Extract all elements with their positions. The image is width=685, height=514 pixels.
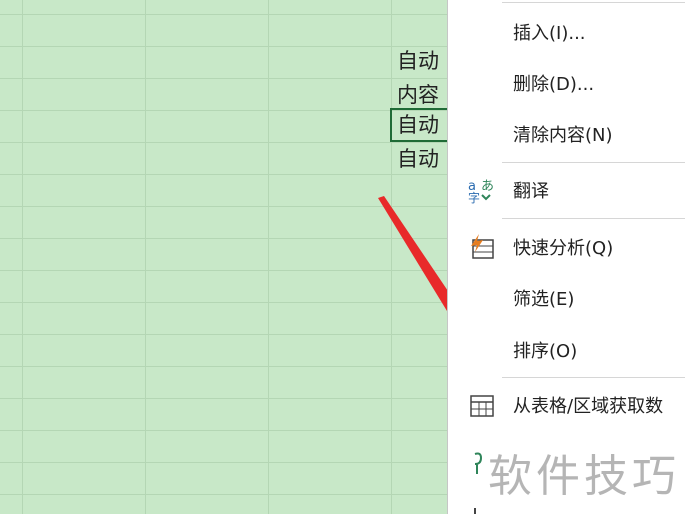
menu-separator bbox=[502, 377, 685, 378]
cell-text[interactable]: 自动 bbox=[397, 45, 447, 77]
context-menu: 插入(I)... 删除(D)... 清除内容(N) a 字 あ 翻译 快速分析(… bbox=[447, 0, 685, 514]
menu-item-insert[interactable]: 插入(I)... bbox=[448, 9, 685, 55]
menu-item-label: 从表格/区域获取数 bbox=[513, 396, 664, 417]
menu-item-sort[interactable]: 排序(O) bbox=[448, 327, 685, 373]
menu-item-label: 删除(D)... bbox=[513, 74, 595, 95]
menu-item-label: 清除内容(N) bbox=[513, 125, 613, 146]
menu-item-label: 筛选(E) bbox=[513, 289, 575, 310]
menu-separator bbox=[502, 162, 685, 163]
menu-item-label: 翻译 bbox=[513, 181, 549, 202]
cell-text[interactable]: 自动 bbox=[397, 143, 447, 175]
menu-item-label: 排序(O) bbox=[513, 341, 578, 362]
table-icon bbox=[466, 389, 498, 421]
menu-item-clear-contents[interactable]: 清除内容(N) bbox=[448, 111, 685, 157]
cell-text[interactable]: 内容 bbox=[397, 79, 447, 111]
menu-item-hyperlink[interactable] bbox=[448, 492, 685, 514]
active-cell-border bbox=[390, 108, 450, 142]
svg-text:字: 字 bbox=[468, 190, 480, 205]
svg-text:あ: あ bbox=[481, 179, 494, 194]
menu-item-filter[interactable]: 筛选(E) bbox=[448, 275, 685, 321]
menu-separator bbox=[502, 2, 685, 3]
menu-separator bbox=[502, 218, 685, 219]
menu-item-define-name[interactable] bbox=[448, 440, 685, 486]
menu-item-get-data-from-table[interactable]: 从表格/区域获取数 bbox=[448, 382, 685, 428]
spreadsheet-grid[interactable] bbox=[0, 0, 447, 514]
menu-item-quick-analysis[interactable]: 快速分析(Q) bbox=[448, 224, 685, 270]
menu-item-label: 快速分析(Q) bbox=[513, 238, 614, 259]
define-name-icon bbox=[466, 447, 498, 479]
menu-item-translate[interactable]: a 字 あ 翻译 bbox=[448, 167, 685, 213]
link-icon bbox=[466, 499, 498, 514]
translate-icon: a 字 あ bbox=[466, 174, 498, 206]
menu-item-label: 插入(I)... bbox=[513, 23, 586, 44]
quick-analysis-icon bbox=[466, 231, 498, 263]
menu-item-delete[interactable]: 删除(D)... bbox=[448, 60, 685, 106]
